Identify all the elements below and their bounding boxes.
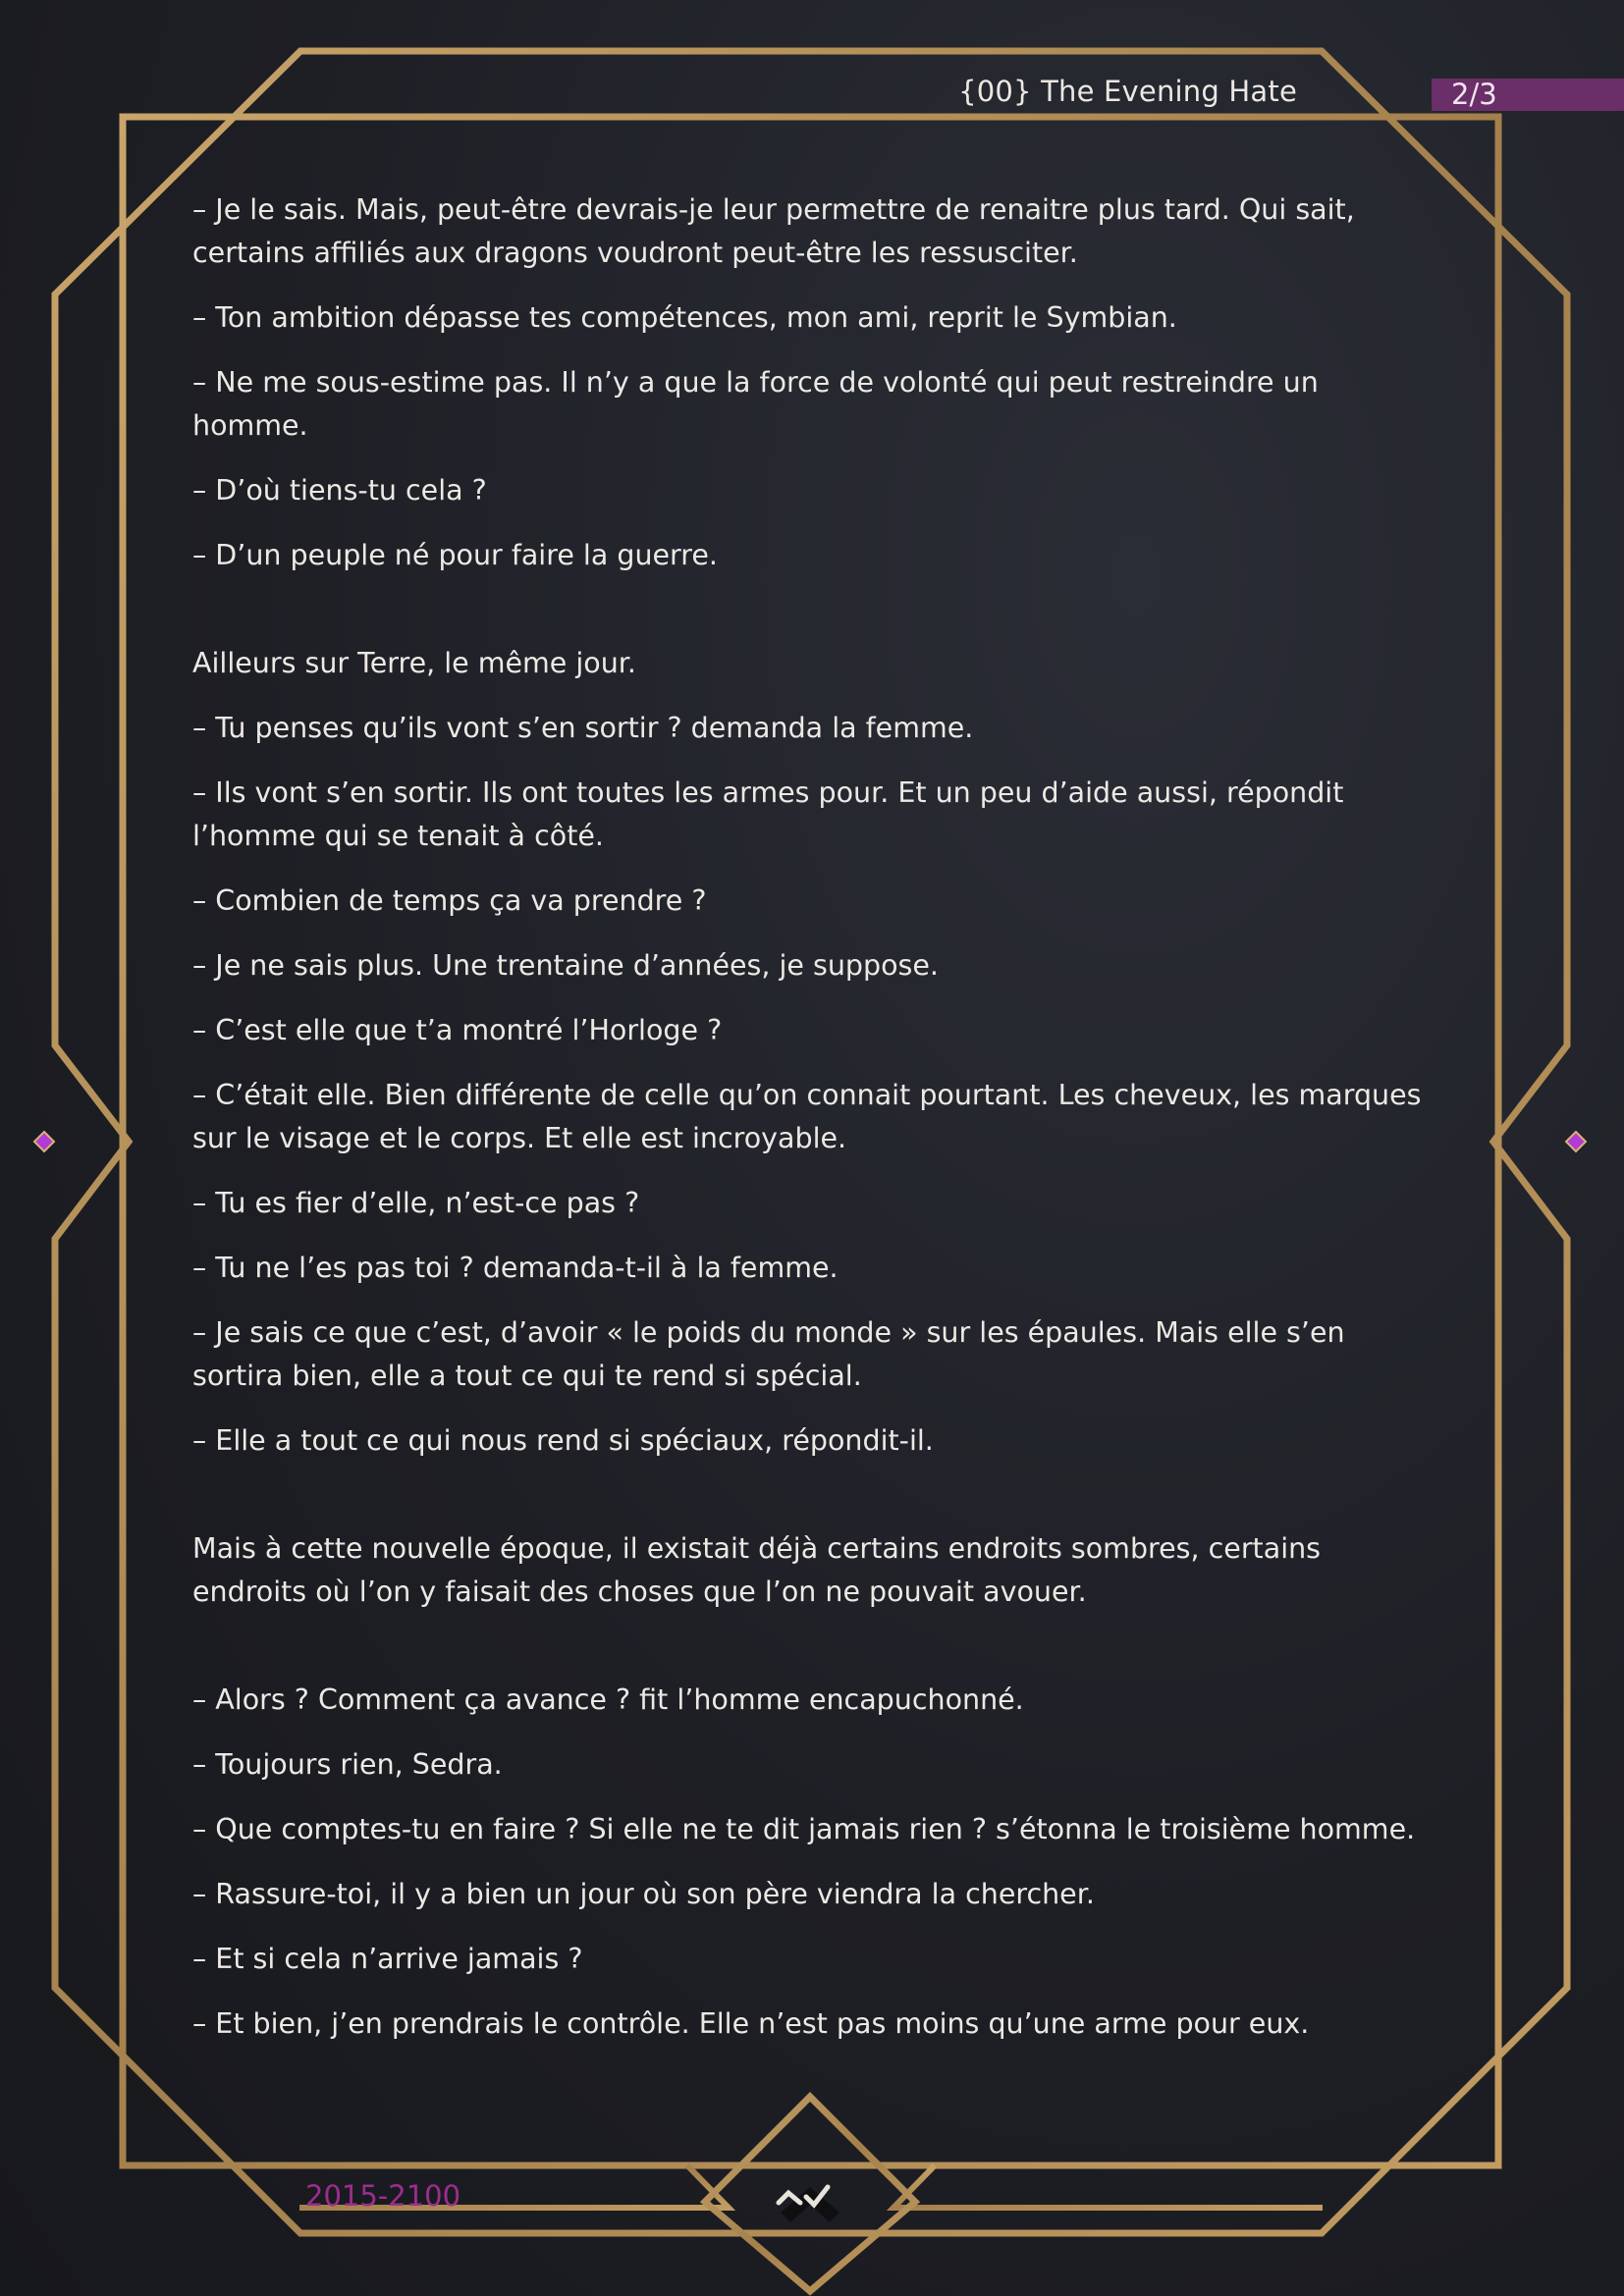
- scroll-top-button[interactable]: [761, 2152, 859, 2250]
- paragraph: – Elle a tout ce qui nous rend si spécia…: [192, 1424, 934, 1457]
- paragraph: – D’où tiens-tu cela ?: [192, 474, 487, 507]
- paragraph: – Ne me sous-estime pas. Il n’y a que la…: [192, 366, 1319, 442]
- years-label: 2015-2100: [305, 2179, 461, 2213]
- paragraph: – Tu penses qu’ils vont s’en sortir ? de…: [192, 712, 974, 744]
- paragraph: – Je ne sais plus. Une trentaine d’année…: [192, 949, 939, 982]
- paragraph: – Et bien, j’en prendrais le contrôle. E…: [192, 2007, 1310, 2040]
- paragraph: – Combien de temps ça va prendre ?: [192, 884, 707, 917]
- text-content: – Je le sais. Mais, peut-être devrais-je…: [192, 188, 1432, 2067]
- paragraph: – Ton ambition dépasse tes compétences, …: [192, 301, 1177, 334]
- chevron-up-icon: [776, 2184, 839, 2222]
- paragraph: – Toujours rien, Sedra.: [192, 1748, 503, 1781]
- paragraph: – Tu ne l’es pas toi ? demanda-t-il à la…: [192, 1252, 839, 1284]
- paragraph: – Alors ? Comment ça avance ? fit l’homm…: [192, 1683, 1024, 1716]
- page-indicator: 2/3: [1432, 79, 1624, 111]
- book-title: {00} The Evening Hate: [958, 75, 1297, 108]
- paragraph: – Et si cela n’arrive jamais ?: [192, 1943, 583, 1975]
- paragraph: – C’était elle. Bien différente de celle…: [192, 1079, 1422, 1154]
- paragraph: – Ils vont s’en sortir. Ils ont toutes l…: [192, 776, 1344, 852]
- paragraph: – C’est elle que t’a montré l’Horloge ?: [192, 1014, 723, 1046]
- paragraph: Mais à cette nouvelle époque, il existai…: [192, 1532, 1322, 1608]
- paragraph: – Je sais ce que c’est, d’avoir « le poi…: [192, 1316, 1345, 1392]
- paragraph: – Que comptes-tu en faire ? Si elle ne t…: [192, 1813, 1416, 1845]
- paragraph: – D’un peuple né pour faire la guerre.: [192, 539, 718, 571]
- paragraph: – Rassure-toi, il y a bien un jour où so…: [192, 1878, 1095, 1910]
- paragraph: – Je le sais. Mais, peut-être devrais-je…: [192, 193, 1355, 269]
- paragraph: Ailleurs sur Terre, le même jour.: [192, 647, 636, 679]
- paragraph: – Tu es fier d’elle, n’est-ce pas ?: [192, 1187, 640, 1219]
